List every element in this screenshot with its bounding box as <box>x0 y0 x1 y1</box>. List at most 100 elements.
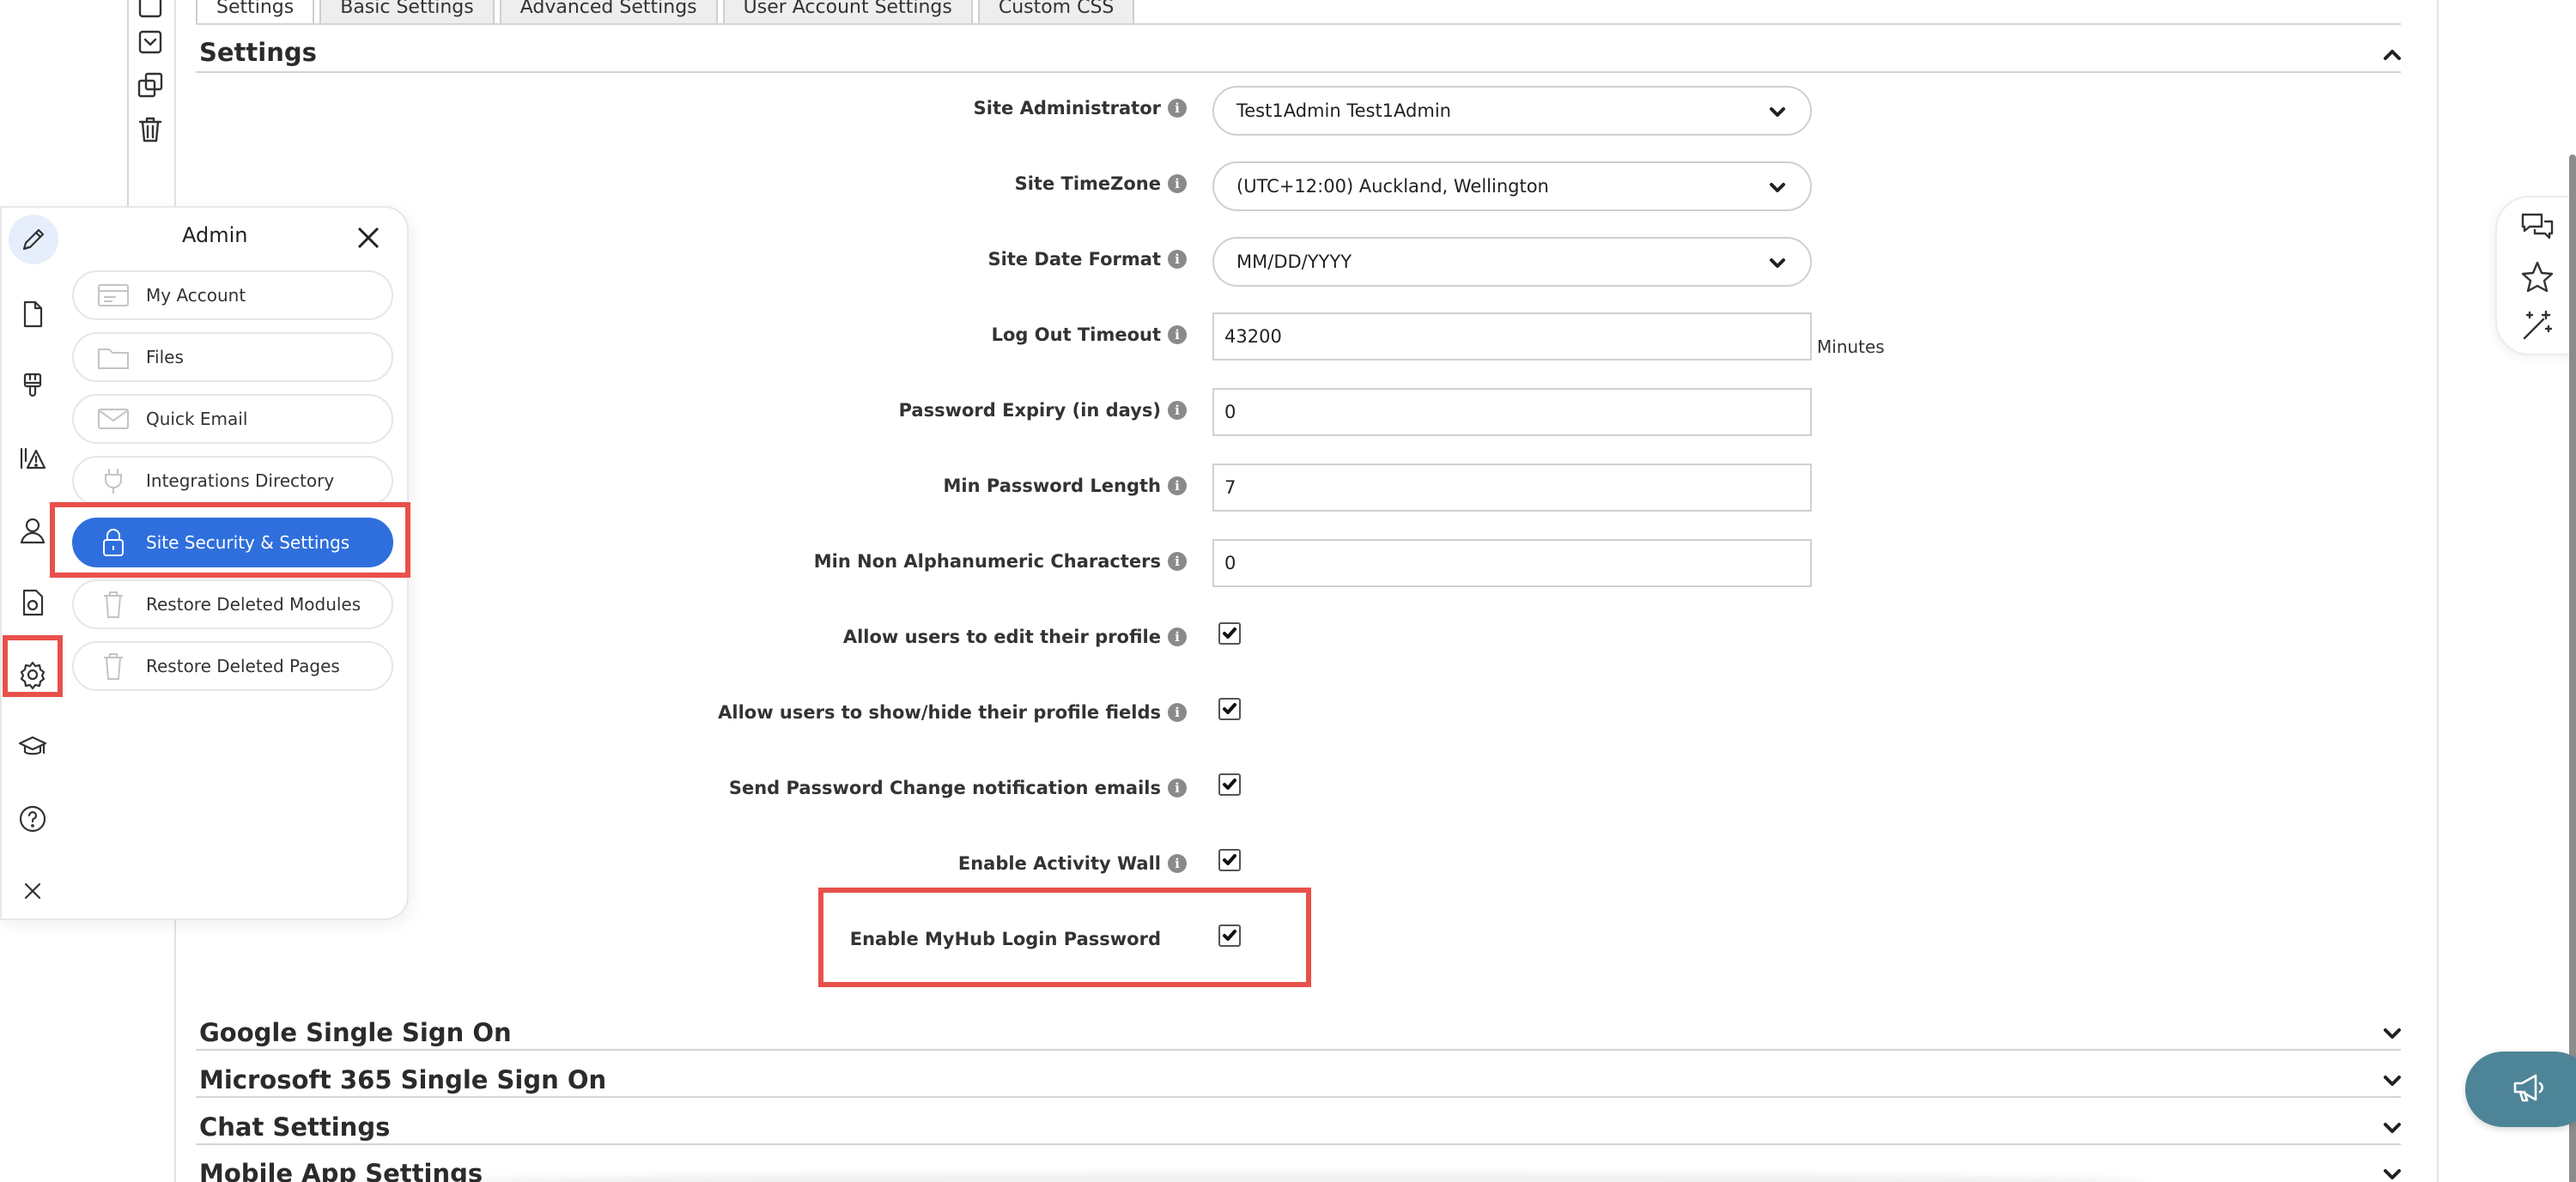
close-icon[interactable] <box>354 223 383 252</box>
brush-icon[interactable] <box>12 366 53 407</box>
info-icon[interactable]: i <box>1168 325 1187 344</box>
allow-edit-profile-checkbox[interactable] <box>1218 622 1241 645</box>
plug-icon <box>94 466 132 495</box>
tab-advanced-settings[interactable]: Advanced Settings <box>499 0 718 24</box>
chat-settings-section-title[interactable]: Chat Settings <box>199 1112 390 1142</box>
id-card-icon <box>94 281 132 310</box>
send-password-change-label: Send Password Change notification emails <box>728 778 1161 798</box>
tab-custom-css[interactable]: Custom CSS <box>977 0 1135 24</box>
right-floating-rail <box>2495 196 2576 355</box>
allow-show-hide-fields-label: Allow users to show/hide their profile f… <box>718 702 1161 723</box>
star-icon[interactable] <box>2519 259 2555 295</box>
info-icon[interactable]: i <box>1168 703 1187 722</box>
tab-basic-settings[interactable]: Basic Settings <box>319 0 495 24</box>
menu-item-restore-deleted-modules[interactable]: Restore Deleted Modules <box>72 579 393 629</box>
site-administrator-value: Test1Admin Test1Admin <box>1236 100 1451 121</box>
bottom-shadow <box>464 1173 2147 1182</box>
chevron-down-icon[interactable] <box>2382 1023 2403 1044</box>
minutes-label: Minutes <box>1817 336 1885 357</box>
settings-tabs: Settings Basic Settings Advanced Setting… <box>196 0 1135 24</box>
chevron-up-icon[interactable] <box>2382 45 2403 65</box>
page-icon[interactable] <box>12 294 53 335</box>
site-timezone-value: (UTC+12:00) Auckland, Wellington <box>1236 176 1549 197</box>
log-out-timeout-label: Log Out Timeout <box>991 324 1161 345</box>
menu-item-files[interactable]: Files <box>72 332 393 382</box>
menu-item-label: My Account <box>146 285 246 306</box>
min-non-alphanumeric-label: Min Non Alphanumeric Characters <box>813 551 1161 572</box>
section-divider <box>196 71 2401 73</box>
google-sso-section-title[interactable]: Google Single Sign On <box>199 1018 512 1047</box>
module-toolbar-divider <box>127 0 129 206</box>
site-timezone-select[interactable]: (UTC+12:00) Auckland, Wellington <box>1212 161 1812 211</box>
menu-item-integrations-directory[interactable]: Integrations Directory <box>72 456 393 506</box>
graduation-cap-icon[interactable] <box>12 726 53 767</box>
magic-wand-icon[interactable] <box>2519 307 2555 343</box>
tab-settings[interactable]: Settings <box>196 0 315 24</box>
left-icon-rail <box>0 206 65 918</box>
highlight-box <box>818 888 1311 987</box>
copy-icon[interactable] <box>134 69 167 101</box>
document-icon[interactable] <box>12 582 53 623</box>
allow-edit-profile-label: Allow users to edit their profile <box>842 627 1161 647</box>
folder-icon <box>94 342 132 372</box>
envelope-icon <box>94 404 132 433</box>
megaphone-icon <box>2510 1069 2548 1110</box>
chevron-down-icon[interactable] <box>2382 1164 2403 1182</box>
menu-item-label: Restore Deleted Pages <box>146 656 340 676</box>
enable-activity-wall-checkbox[interactable] <box>1218 849 1241 871</box>
tab-user-account-settings[interactable]: User Account Settings <box>722 0 973 24</box>
info-icon[interactable]: i <box>1168 552 1187 571</box>
page-border <box>2437 0 2439 1182</box>
menu-item-restore-deleted-pages[interactable]: Restore Deleted Pages <box>72 641 393 691</box>
chat-icon[interactable] <box>2519 209 2555 245</box>
info-icon[interactable]: i <box>1168 627 1187 646</box>
alert-icon[interactable] <box>12 438 53 479</box>
enable-activity-wall-label: Enable Activity Wall <box>957 853 1161 874</box>
scrollbar[interactable] <box>2569 155 2576 1182</box>
info-icon[interactable]: i <box>1168 476 1187 495</box>
info-icon[interactable]: i <box>1168 250 1187 269</box>
info-icon[interactable]: i <box>1168 854 1187 873</box>
trash-icon[interactable] <box>134 113 167 146</box>
chevron-down-icon[interactable] <box>2382 1070 2403 1091</box>
mobile-app-settings-section-title[interactable]: Mobile App Settings <box>199 1159 483 1182</box>
site-date-format-select[interactable]: MM/DD/YYYY <box>1212 237 1812 287</box>
trash-icon <box>94 590 132 619</box>
info-icon[interactable]: i <box>1168 174 1187 193</box>
info-icon[interactable]: i <box>1168 99 1187 118</box>
log-out-timeout-input[interactable] <box>1212 312 1812 361</box>
user-icon[interactable] <box>12 510 53 551</box>
tabs-divider <box>196 23 2401 25</box>
microsoft-365-sso-section-title[interactable]: Microsoft 365 Single Sign On <box>199 1065 606 1094</box>
menu-item-my-account[interactable]: My Account <box>72 270 393 320</box>
help-icon[interactable] <box>12 798 53 840</box>
menu-item-quick-email[interactable]: Quick Email <box>72 394 393 444</box>
site-date-format-label: Site Date Format <box>987 249 1161 270</box>
site-administrator-select[interactable]: Test1Admin Test1Admin <box>1212 86 1812 136</box>
password-expiry-input[interactable] <box>1212 388 1812 436</box>
section-divider <box>196 1049 2401 1051</box>
menu-item-label: Files <box>146 347 184 367</box>
password-expiry-label: Password Expiry (in days) <box>898 400 1161 421</box>
collapse-icon[interactable] <box>134 26 167 58</box>
min-non-alphanumeric-input[interactable] <box>1212 539 1812 587</box>
menu-item-label: Restore Deleted Modules <box>146 594 361 615</box>
highlight-box <box>50 502 410 578</box>
site-timezone-label: Site TimeZone <box>1014 173 1161 194</box>
site-administrator-label: Site Administrator <box>973 98 1161 118</box>
chevron-down-icon[interactable] <box>2382 1118 2403 1138</box>
info-icon[interactable]: i <box>1168 401 1187 420</box>
min-password-length-input[interactable] <box>1212 464 1812 512</box>
min-password-length-label: Min Password Length <box>943 476 1161 496</box>
chevron-down-icon <box>1769 254 1786 271</box>
send-password-change-checkbox[interactable] <box>1218 773 1241 796</box>
close-icon[interactable] <box>12 870 53 912</box>
chevron-down-icon <box>1769 179 1786 196</box>
settings-section-title[interactable]: Settings <box>199 38 317 67</box>
section-divider <box>196 1096 2401 1098</box>
checkbox-icon[interactable] <box>134 0 167 24</box>
allow-show-hide-fields-checkbox[interactable] <box>1218 698 1241 720</box>
info-icon[interactable]: i <box>1168 779 1187 797</box>
pencil-icon[interactable] <box>9 215 58 264</box>
announcement-button[interactable] <box>2465 1052 2576 1127</box>
